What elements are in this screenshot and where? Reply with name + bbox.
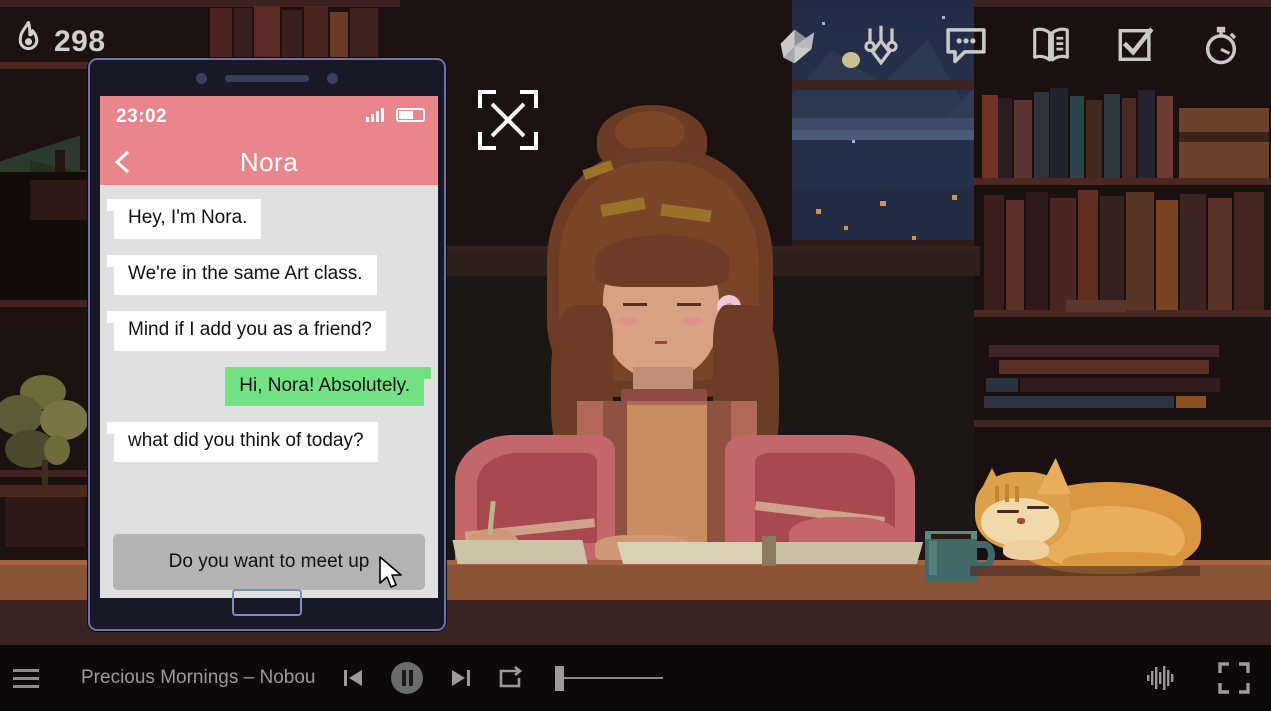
chat-bubble-sent: Hi, Nora! Absolutely. bbox=[225, 366, 431, 407]
streak-counter[interactable]: 298 bbox=[12, 20, 106, 63]
music-player-bar: Precious Mornings – Nobou bbox=[0, 645, 1271, 711]
phone-speaker-row bbox=[90, 60, 444, 96]
camera-dot-left bbox=[196, 72, 207, 84]
sleeping-cat bbox=[975, 440, 1201, 575]
pause-button-icon[interactable] bbox=[389, 660, 425, 696]
reply-option-button[interactable]: Do you want to meet up bbox=[113, 534, 425, 590]
volume-track[interactable] bbox=[564, 677, 664, 679]
phone-status-bar: 23:02 bbox=[100, 96, 438, 139]
pendant-icon[interactable] bbox=[859, 22, 903, 68]
volume-knob[interactable] bbox=[555, 665, 565, 691]
open-book-icon[interactable] bbox=[1029, 22, 1073, 68]
repeat-loop-icon[interactable] bbox=[497, 665, 525, 691]
camera-dot-right bbox=[327, 72, 338, 84]
chat-row: Hi, Nora! Absolutely. bbox=[114, 366, 431, 407]
speaker-grille bbox=[225, 74, 309, 82]
window-latch bbox=[1066, 300, 1126, 312]
chat-nav-bar: Nora bbox=[100, 139, 438, 185]
chat-row: Hey, I'm Nora. bbox=[106, 199, 424, 239]
previous-track-icon[interactable] bbox=[341, 666, 365, 690]
playback-controls bbox=[341, 660, 525, 696]
track-title-label: Precious Mornings – Nobou bbox=[81, 667, 316, 688]
reply-options-area: Do you want to meet up bbox=[100, 526, 438, 598]
character-girl bbox=[455, 105, 915, 565]
game-screen: 298 23:02 Nora Hey, I'm Nora. We're in t… bbox=[0, 0, 1271, 711]
open-notebook bbox=[616, 536, 924, 568]
phone-home-button[interactable] bbox=[232, 589, 302, 616]
chat-row: We're in the same Art class. bbox=[107, 254, 424, 295]
hamburger-menu-icon[interactable] bbox=[13, 668, 39, 688]
fullscreen-expand-icon[interactable] bbox=[1217, 661, 1251, 695]
phone-screen: 23:02 Nora Hey, I'm Nora. We're in the s… bbox=[100, 96, 438, 598]
chat-bubble-received: what did you think of today? bbox=[107, 422, 378, 463]
close-x-icon[interactable] bbox=[478, 90, 538, 150]
flame-icon bbox=[12, 20, 45, 63]
chat-bubble-received: Mind if I add you as a friend? bbox=[107, 310, 386, 351]
hud-icon-row bbox=[774, 22, 1243, 68]
music-right-group bbox=[1145, 661, 1251, 695]
chat-bubble-received: Hey, I'm Nora. bbox=[106, 199, 262, 239]
signal-bars-icon bbox=[366, 108, 384, 122]
phone-overlay: 23:02 Nora Hey, I'm Nora. We're in the s… bbox=[88, 58, 446, 631]
next-track-icon[interactable] bbox=[449, 666, 473, 690]
status-clock: 23:02 bbox=[116, 106, 168, 127]
chat-row: Mind if I add you as a friend? bbox=[107, 310, 424, 351]
back-chevron-icon[interactable] bbox=[112, 149, 134, 175]
checklist-icon[interactable] bbox=[1114, 22, 1158, 68]
chat-message-list: Hey, I'm Nora. We're in the same Art cla… bbox=[100, 185, 438, 526]
contact-name-label: Nora bbox=[239, 146, 299, 177]
chat-bubble-received: We're in the same Art class. bbox=[107, 254, 377, 295]
cat-shadow bbox=[970, 566, 1200, 576]
chat-row: what did you think of today? bbox=[107, 422, 424, 463]
loose-paper bbox=[452, 540, 588, 564]
battery-icon bbox=[396, 108, 425, 122]
status-indicators bbox=[366, 108, 425, 122]
gem-crystal-icon[interactable] bbox=[774, 22, 818, 68]
streak-count-label: 298 bbox=[54, 24, 106, 58]
volume-slider[interactable] bbox=[555, 665, 664, 691]
audio-waveform-icon[interactable] bbox=[1145, 664, 1177, 692]
stopwatch-icon[interactable] bbox=[1199, 22, 1243, 68]
music-left-group: Precious Mornings – Nobou bbox=[0, 660, 664, 696]
chat-bubble-icon[interactable] bbox=[944, 22, 988, 68]
